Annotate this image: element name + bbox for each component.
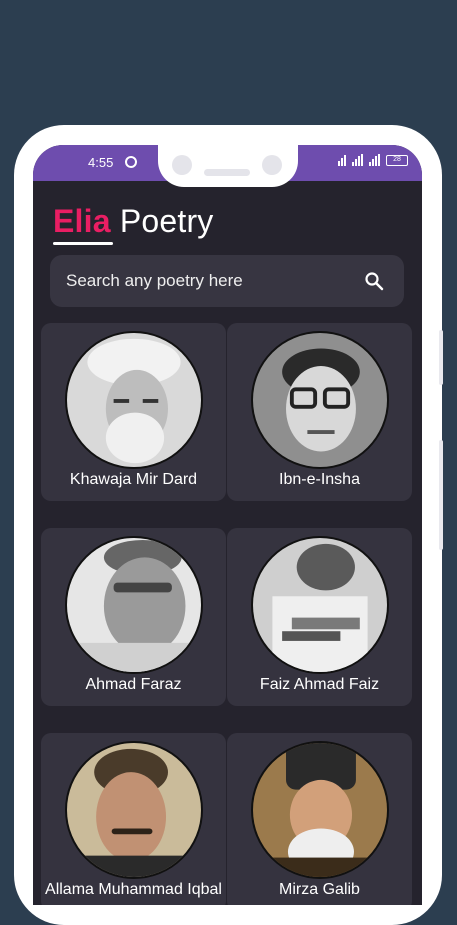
poet-card[interactable]: Faiz Ahmad Faiz bbox=[227, 528, 412, 706]
app-title-accent: Elia bbox=[53, 203, 111, 239]
poet-avatar bbox=[65, 536, 203, 674]
poet-name: Ahmad Faraz bbox=[85, 676, 182, 693]
wifi-icon bbox=[338, 154, 346, 166]
phone-side-button bbox=[439, 330, 443, 385]
speaker-icon bbox=[204, 169, 250, 176]
notification-icon bbox=[125, 156, 137, 168]
poet-card[interactable]: Ibn-e-Insha bbox=[227, 323, 412, 501]
camera-notch bbox=[158, 145, 298, 187]
poet-card[interactable]: Mirza Galib bbox=[227, 733, 412, 905]
poet-avatar bbox=[251, 536, 389, 674]
camera-icon bbox=[172, 155, 192, 175]
poet-name: Mirza Galib bbox=[279, 881, 360, 898]
search-bar[interactable]: Search any poetry here bbox=[50, 255, 404, 307]
signal-icon bbox=[369, 154, 380, 166]
poet-avatar bbox=[65, 741, 203, 879]
status-icons: 28 bbox=[338, 154, 408, 166]
phone-side-button bbox=[439, 440, 443, 550]
app-title-rest: Poetry bbox=[119, 203, 214, 239]
poet-card[interactable]: Khawaja Mir Dard bbox=[41, 323, 226, 501]
status-time: 4:55 bbox=[88, 155, 114, 170]
camera-icon bbox=[262, 155, 282, 175]
poet-card[interactable]: Allama Muhammad Iqbal bbox=[41, 733, 226, 905]
poet-name: Allama Muhammad Iqbal bbox=[45, 881, 222, 898]
app-screen: 4:55 28 Elia Poetry Search any poetry he… bbox=[33, 145, 422, 905]
search-icon[interactable] bbox=[364, 271, 384, 291]
poet-name: Ibn-e-Insha bbox=[279, 471, 360, 488]
poet-avatar bbox=[65, 331, 203, 469]
title-underline bbox=[53, 242, 113, 245]
poet-avatar bbox=[251, 741, 389, 879]
poet-name: Faiz Ahmad Faiz bbox=[259, 676, 380, 693]
search-input[interactable]: Search any poetry here bbox=[66, 271, 243, 291]
app-title: Elia Poetry bbox=[53, 203, 214, 240]
poet-name: Khawaja Mir Dard bbox=[69, 471, 198, 488]
poet-card[interactable]: Ahmad Faraz bbox=[41, 528, 226, 706]
signal-icon bbox=[352, 154, 363, 166]
battery-icon: 28 bbox=[386, 154, 408, 166]
poet-avatar bbox=[251, 331, 389, 469]
